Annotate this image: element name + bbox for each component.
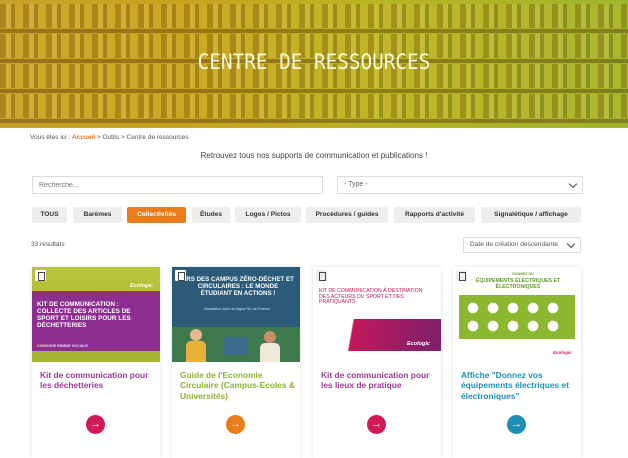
card-thumbnail: KIT DE COMMUNICATION À DESTINATION DES A… [313, 267, 441, 362]
brand-logo: Ecologic [407, 341, 430, 347]
intro-text: Retrouvez tous nos supports de communica… [200, 151, 428, 160]
thumbnail-text: ÉQUIPEMENTS ÉLECTRIQUES ET ÉLECTRONIQUES [475, 278, 561, 290]
hero-banner: CENTRE DE RESSOURCES [0, 0, 628, 128]
card-thumbnail: DONNEZ OU ÉQUIPEMENTS ÉLECTRIQUES ET ÉLE… [453, 267, 581, 362]
breadcrumb-tools-link[interactable]: Outils [102, 134, 119, 141]
document-icon [175, 270, 186, 281]
sort-select[interactable]: Date de création descendante [463, 237, 581, 253]
resource-card[interactable]: ERS DES CAMPUS ZÉRO-DÉCHET ET CIRCULAIRE… [172, 267, 300, 458]
breadcrumb-home-link[interactable]: Accueil [72, 134, 95, 141]
document-icon [456, 270, 467, 281]
card-thumbnail: ERS DES CAMPUS ZÉRO-DÉCHET ET CIRCULAIRE… [172, 267, 300, 362]
breadcrumb-current: Centre de ressources [126, 134, 189, 141]
thumbnail-text: KIT DE COMMUNICATION : COLLECTE DES ARTI… [37, 301, 131, 330]
card-title[interactable]: Affiche "Donnez vos équipements électriq… [461, 370, 576, 401]
filter-tous[interactable]: TOUS [32, 207, 67, 223]
filter-logos-pictos[interactable]: Logos / Pictos [235, 207, 301, 223]
chevron-down-icon [566, 239, 576, 249]
breadcrumb-separator: > [120, 134, 125, 141]
thumbnail-text: KIT DE COMMUNICATION À DESTINATION DES A… [319, 288, 423, 306]
brand-logo: Ecologic [130, 283, 153, 289]
results-count: 33 résultats [31, 241, 65, 248]
resource-card[interactable]: DONNEZ OU ÉQUIPEMENTS ÉLECTRIQUES ET ÉLE… [453, 267, 581, 458]
arrow-right-icon[interactable]: → [367, 415, 386, 434]
thumbnail-text: ERS DES CAMPUS ZÉRO-DÉCHET ET CIRCULAIRE… [182, 276, 294, 297]
card-title[interactable]: Kit de communication pour les lieux de p… [321, 370, 436, 391]
page-title: CENTRE DE RESSOURCES [197, 50, 431, 74]
resource-card[interactable]: KIT DE COMMUNICATION À DESTINATION DES A… [313, 267, 441, 458]
document-icon [316, 270, 327, 281]
breadcrumb-prefix: Vous êtes ici : [30, 134, 71, 141]
filter-rapports-activite[interactable]: Rapports d'activité [394, 207, 475, 223]
bookshelf-decoration [0, 4, 628, 28]
type-select-value: - Type - [344, 181, 368, 188]
filter-signaletique-affichage[interactable]: Signalétique / affichage [481, 207, 581, 223]
arrow-right-icon[interactable]: → [507, 415, 526, 434]
breadcrumb: Vous êtes ici : Accueil > Outils > Centr… [30, 134, 189, 141]
brand-logo: Ecologic [553, 350, 572, 355]
arrow-right-icon[interactable]: → [226, 415, 245, 434]
card-title[interactable]: Guide de l'Economie Circulaire (Campus-E… [180, 370, 295, 401]
filter-collectivites[interactable]: Collectivités [127, 207, 186, 223]
breadcrumb-separator: > [96, 134, 101, 141]
resource-card[interactable]: KIT DE COMMUNICATION : COLLECTE DES ARTI… [32, 267, 160, 458]
filter-etudes[interactable]: Études [192, 207, 230, 223]
type-select[interactable]: - Type - [337, 176, 583, 194]
filter-procedures-guides[interactable]: Procédures / guides [306, 207, 388, 223]
arrow-right-icon[interactable]: → [86, 415, 105, 434]
card-title[interactable]: Kit de communication pour les déchetteri… [40, 370, 155, 391]
card-thumbnail: KIT DE COMMUNICATION : COLLECTE DES ARTI… [32, 267, 160, 362]
filter-baremes[interactable]: Barèmes [73, 207, 122, 223]
sort-select-value: Date de création descendante [470, 241, 558, 248]
chevron-down-icon [568, 179, 578, 189]
search-input[interactable] [32, 176, 323, 194]
document-icon [35, 270, 46, 281]
